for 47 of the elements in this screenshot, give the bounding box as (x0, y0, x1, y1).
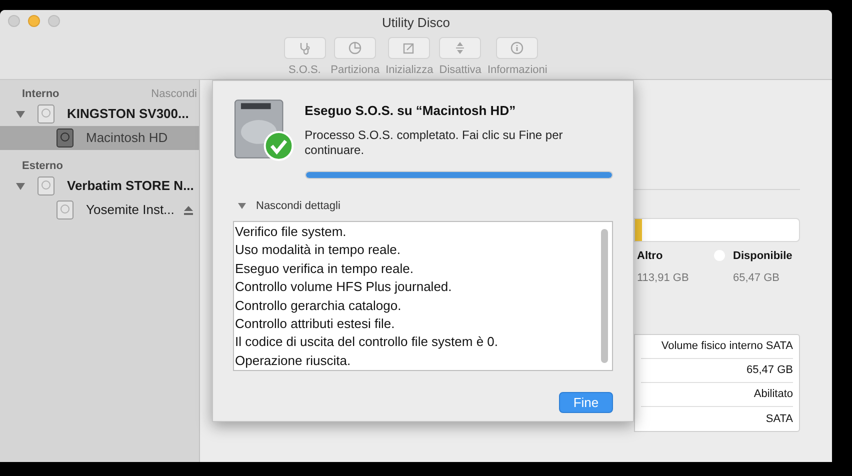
legend-label: Disponibile (733, 249, 792, 264)
legend-label: Altro (637, 249, 664, 264)
window-title: Utility Disco (382, 14, 450, 32)
log-line: Verifico file system. (235, 223, 346, 241)
toolbar-label: Partiziona (330, 62, 381, 78)
section-header: Esterno (22, 158, 63, 174)
volume-name: Yosemite Inst... (86, 201, 174, 220)
sheet-title: Eseguo S.O.S. su “Macintosh HD” (304, 102, 517, 120)
log-line: Controllo attributi estesi file. (235, 315, 395, 334)
sidebar-item[interactable]: Macintosh HD (0, 126, 199, 150)
pie-icon (348, 40, 362, 54)
info-value: 65,47 GB (746, 363, 793, 378)
zoom-button[interactable] (48, 15, 60, 27)
log-line: Il codice di uscita del controllo file system è 0. (235, 333, 498, 352)
details-disclosure[interactable]: Nascondi dettagli (238, 198, 340, 214)
volume-name: Macintosh HD (86, 129, 168, 148)
info-value: Volume fisico interno SATA (661, 339, 793, 354)
disclosure-triangle-icon[interactable] (16, 110, 25, 118)
info-value: SATA (766, 412, 793, 427)
volume-name: Verbatim STORE N... (67, 177, 194, 196)
stethoscope-icon (298, 40, 312, 54)
toolbar-label: Inizializza (384, 62, 434, 78)
info-icon (510, 40, 524, 54)
toolbar-label: Disattiva (438, 62, 482, 78)
log-line: Controllo volume HFS Plus journaled. (235, 278, 452, 296)
pencil-icon (402, 40, 416, 54)
log-line: Operazione riuscita. (235, 352, 351, 370)
sidebar-item[interactable]: Yosemite Inst... (0, 198, 199, 222)
disclosure-triangle-icon[interactable] (16, 182, 25, 190)
scrollbar-thumb[interactable] (601, 229, 608, 363)
toolbar-label: S.O.S. (287, 62, 322, 78)
hard-drive-check-icon (233, 98, 296, 162)
sheet-message: Processo S.O.S. completato. Fai clic su Fine per continuare. (304, 128, 564, 158)
log-line: Uso modalità in tempo reale. (235, 241, 400, 260)
minimize-button[interactable] (28, 15, 40, 27)
close-button[interactable] (8, 15, 20, 27)
sidebar-item[interactable]: Verbatim STORE N... (0, 174, 199, 198)
toolbar-label: Informazioni (486, 62, 548, 78)
volume-name: KINGSTON SV300... (67, 105, 189, 124)
sidebar-item[interactable]: KINGSTON SV300... (0, 102, 199, 126)
disclosure-triangle-icon (238, 202, 246, 210)
legend-size: 113,91 GB (637, 270, 689, 286)
legend-size: 65,47 GB (733, 270, 780, 286)
log-line: Eseguo verifica in tempo reale. (235, 260, 414, 278)
section-header: Interno (22, 86, 60, 102)
info-value: Abilitato (754, 387, 793, 402)
log-line: Controllo gerarchia catalogo. (235, 296, 402, 315)
